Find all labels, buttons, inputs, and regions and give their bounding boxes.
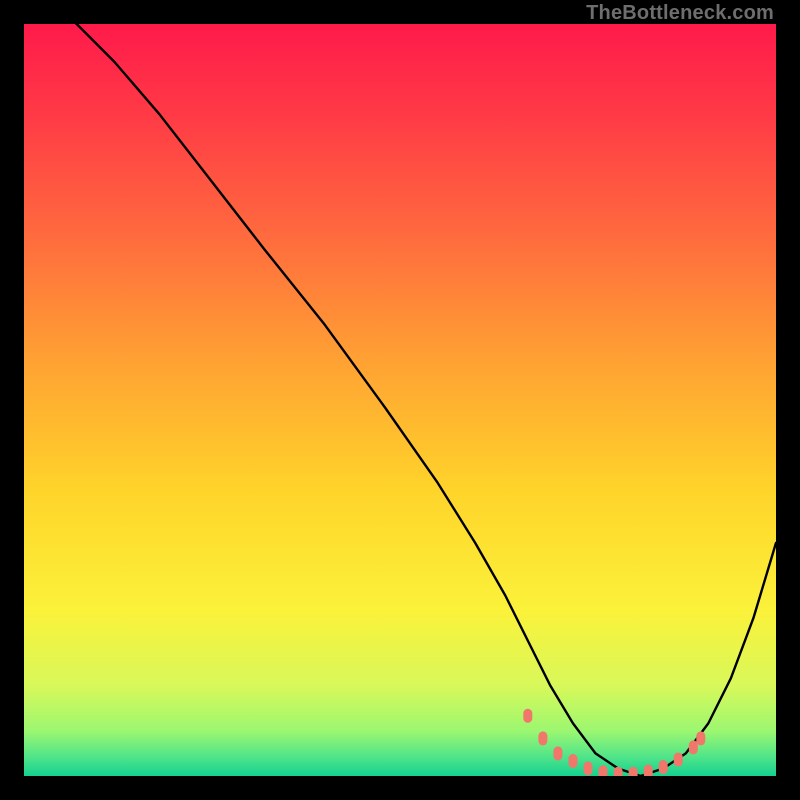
chart-frame: [24, 24, 776, 776]
marker-9: [659, 760, 668, 774]
marker-6: [614, 767, 623, 776]
marker-3: [569, 754, 578, 768]
marker-5: [599, 765, 608, 776]
marker-7: [629, 767, 638, 776]
marker-11: [689, 740, 698, 754]
marker-1: [538, 731, 547, 745]
marker-10: [674, 753, 683, 767]
chart-svg: [24, 24, 776, 776]
marker-0: [523, 709, 532, 723]
gradient-rect: [24, 24, 776, 776]
watermark-text: TheBottleneck.com: [586, 2, 774, 25]
marker-8: [644, 765, 653, 777]
marker-12: [696, 731, 705, 745]
marker-2: [553, 746, 562, 760]
marker-4: [584, 762, 593, 776]
